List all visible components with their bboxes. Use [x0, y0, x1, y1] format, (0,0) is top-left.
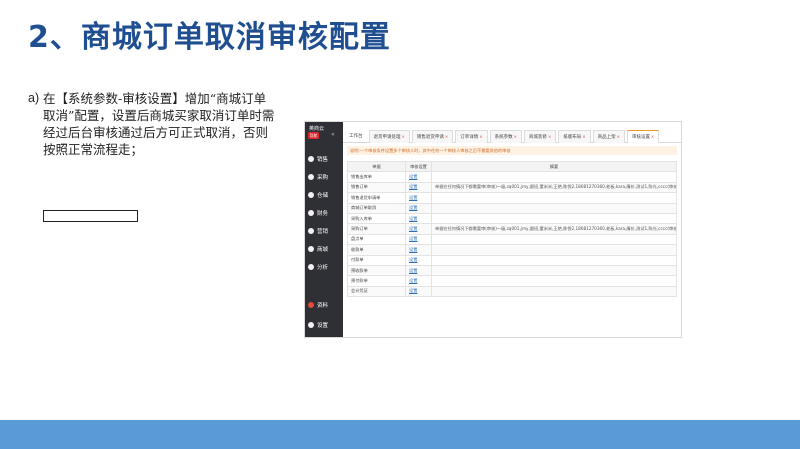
- mall-icon: [308, 246, 314, 252]
- data-icon: [308, 302, 314, 308]
- close-icon[interactable]: ×: [402, 134, 405, 139]
- tab-mall-decor[interactable]: 商城装修×: [523, 130, 557, 143]
- audit-settings-table: 单据 审核设置 摘要 销售出库单 设置 销售订单 设置 单据在任何情况下都需要审(审核…: [347, 160, 677, 298]
- analysis-icon: [308, 264, 314, 270]
- sidebar: 英商云 导航 « 销售 采购 仓储 财务 营销 商城 分析 资料 设置: [305, 122, 343, 337]
- slide-title: 2、商城订单取消审核配置: [28, 20, 391, 55]
- table-row: 会计凭证 设置: [347, 285, 677, 298]
- tab-order-detail[interactable]: 订单详情×: [455, 130, 488, 143]
- bullet-paragraph: a) 在【系统参数-审核设置】增加“商城订单取消”配置，设置后商城买家取消订单时…: [28, 90, 278, 158]
- tab-audit-settings[interactable]: 审核设置×: [627, 130, 660, 143]
- bullet-text: 在【系统参数-审核设置】增加“商城订单取消”配置，设置后商城买家取消订单时需经过…: [43, 91, 275, 157]
- close-icon[interactable]: ×: [617, 134, 620, 139]
- setting-link[interactable]: 设置: [405, 254, 432, 266]
- footer-bar: [0, 420, 800, 449]
- table-row: 收款单 设置: [347, 244, 677, 256]
- main-panel: 工作台 退货申请处理× 销售退货申请× 订单详情× 系统参数× 商城装修× 排版…: [343, 122, 681, 337]
- sidebar-item-analysis[interactable]: 分析: [305, 260, 343, 274]
- close-icon[interactable]: ×: [651, 134, 654, 139]
- setting-link[interactable]: 设置: [405, 212, 432, 225]
- sidebar-item-purchase[interactable]: 采购: [305, 170, 343, 184]
- table-row: 商城订单取消 设置: [347, 202, 677, 214]
- setting-link[interactable]: 设置: [405, 285, 432, 298]
- setting-link[interactable]: 设置: [405, 223, 432, 235]
- table-row: 采购订单 设置 单据在任何情况下都需要审(审核)一级,zq001,jmy,跟班,董米…: [347, 223, 677, 235]
- tab-bar: 工作台 退货申请处理× 销售退货申请× 订单详情× 系统参数× 商城装修× 排版…: [343, 130, 681, 143]
- setting-link[interactable]: 设置: [405, 233, 432, 246]
- app-screenshot: 英商云 导航 « 销售 采购 仓储 财务 营销 商城 分析 资料 设置 工作台 …: [304, 121, 682, 338]
- sidebar-item-mall[interactable]: 商城: [305, 242, 343, 256]
- warehouse-icon: [308, 192, 314, 198]
- close-icon[interactable]: ×: [479, 134, 482, 139]
- brand-logo: 英商云: [309, 126, 325, 132]
- close-icon[interactable]: ×: [548, 134, 551, 139]
- table-row: 销售退货申请单 设置: [347, 192, 677, 204]
- tab-layout[interactable]: 排版布局×: [558, 130, 591, 143]
- sidebar-item-finance[interactable]: 财务: [305, 206, 343, 220]
- sidebar-item-data[interactable]: 资料: [305, 298, 343, 312]
- setting-link[interactable]: 设置: [405, 275, 432, 287]
- tab-sales-return[interactable]: 销售退货申请×: [411, 130, 454, 143]
- collapse-icon[interactable]: «: [331, 131, 335, 138]
- close-icon[interactable]: ×: [582, 134, 585, 139]
- sidebar-item-warehouse[interactable]: 仓储: [305, 188, 343, 202]
- column-header-document: 单据: [347, 160, 406, 173]
- table-row: 销售订单 设置 单据在任何情况下都需要审(审核)一级,zq001,jmy,跟班,董米…: [347, 181, 677, 194]
- setting-link[interactable]: 设置: [405, 264, 432, 277]
- setting-link[interactable]: 设置: [405, 181, 432, 194]
- purchase-icon: [308, 174, 314, 180]
- setting-link[interactable]: 设置: [405, 202, 432, 214]
- column-header-audit-setting: 审核设置: [405, 160, 432, 173]
- sidebar-item-settings[interactable]: 设置: [305, 318, 343, 332]
- highlight-box: [43, 210, 138, 222]
- table-row: 采购入库单 设置: [347, 212, 677, 225]
- column-header-summary: 摘要: [431, 160, 677, 173]
- table-row: 付款单 设置: [347, 254, 677, 266]
- setting-link[interactable]: 设置: [405, 244, 432, 256]
- finance-icon: [308, 210, 314, 216]
- tab-system-params[interactable]: 系统参数×: [489, 130, 522, 143]
- sidebar-item-marketing[interactable]: 营销: [305, 224, 343, 238]
- table-row: 预收款单 设置: [347, 264, 677, 277]
- table-row: 预付款单 设置: [347, 275, 677, 287]
- close-icon[interactable]: ×: [445, 134, 448, 139]
- table-row: 销售出库单 设置: [347, 171, 677, 183]
- sales-icon: [308, 156, 314, 162]
- brand-button[interactable]: 导航: [308, 132, 319, 139]
- table-row: 盘点单 设置: [347, 233, 677, 246]
- notice-banner: 说明:一个审核条件设置多个审核人时，其中任何一个审核人审核之后不需要其他的审核: [347, 146, 677, 155]
- sidebar-item-sales[interactable]: 销售: [305, 152, 343, 166]
- setting-link[interactable]: 设置: [405, 171, 432, 183]
- tab-product-listing[interactable]: 商品上架×: [592, 130, 626, 143]
- settings-icon: [308, 322, 314, 328]
- tab-workbench[interactable]: 工作台: [345, 130, 367, 142]
- close-icon[interactable]: ×: [514, 134, 517, 139]
- bullet-marker: a): [28, 91, 40, 105]
- tab-return-handling[interactable]: 退货申请处理×: [368, 130, 410, 143]
- setting-link[interactable]: 设置: [405, 192, 432, 204]
- marketing-icon: [308, 228, 314, 234]
